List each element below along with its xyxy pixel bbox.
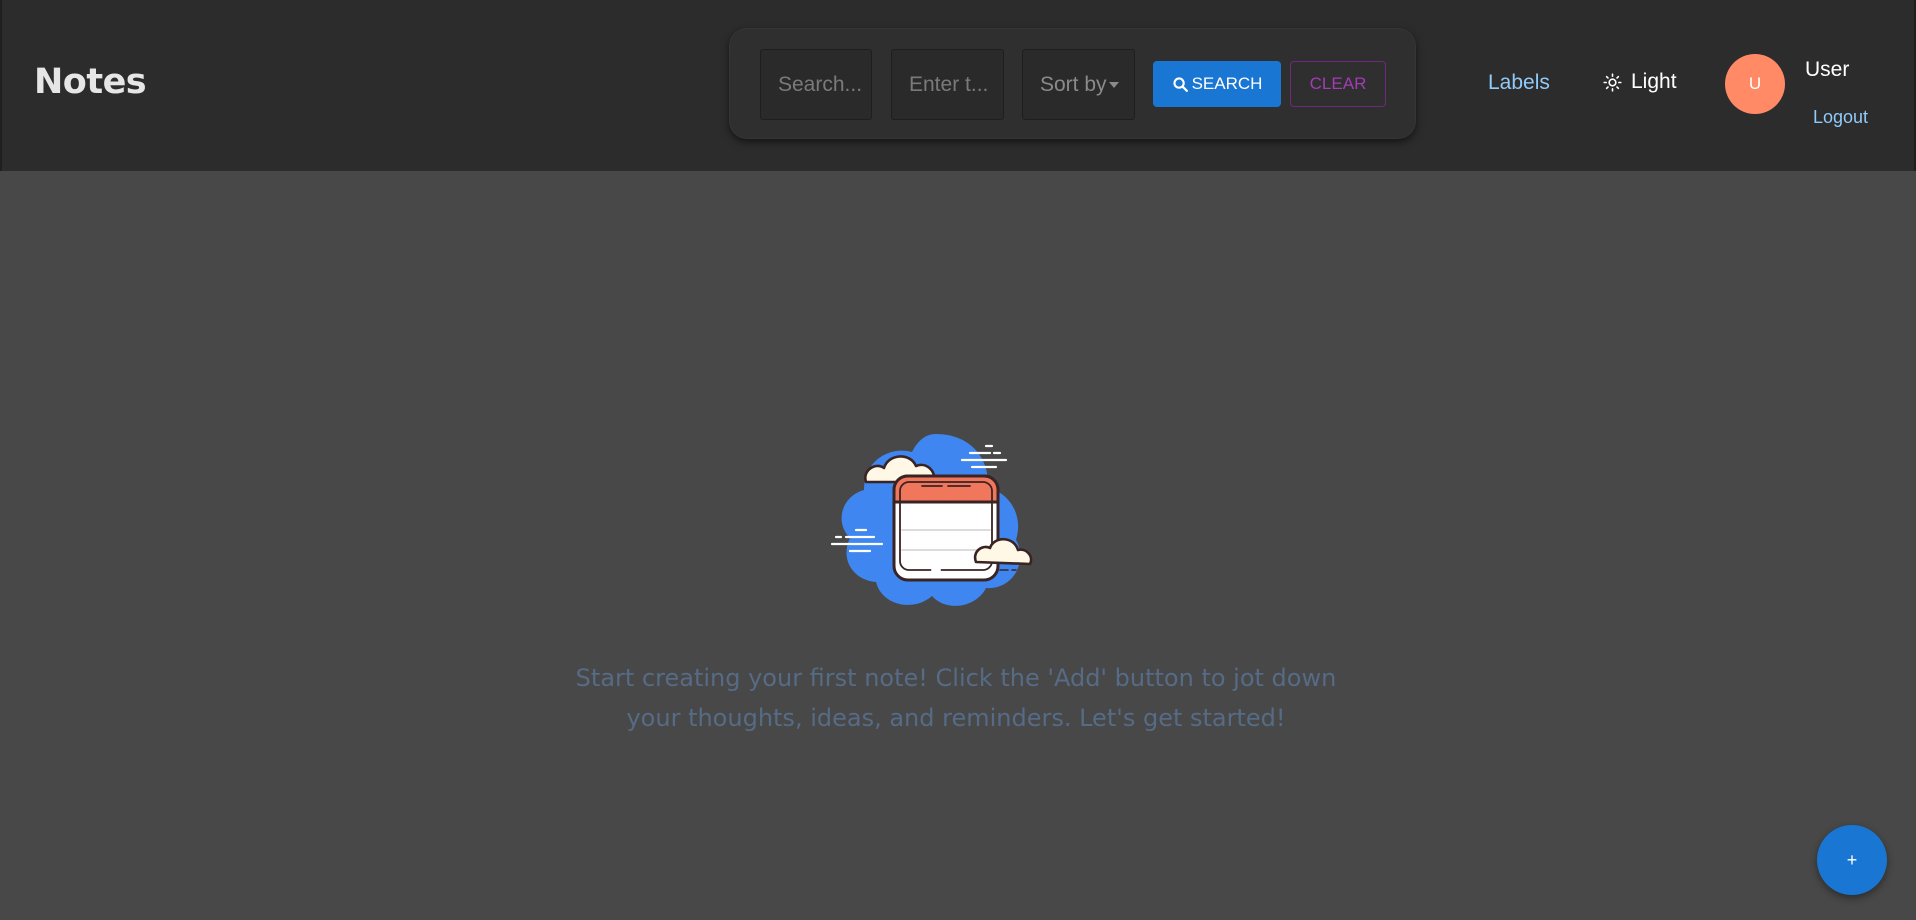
add-note-button[interactable]: + — [1817, 825, 1887, 895]
empty-notes-illustration — [830, 434, 1033, 606]
search-icon — [1172, 76, 1188, 92]
avatar[interactable]: U — [1725, 54, 1785, 114]
empty-state-line-1: Start creating your first note! Click th… — [575, 664, 1337, 692]
empty-state-message: Start creating your first note! Click th… — [556, 658, 1356, 738]
logout-link[interactable]: Logout — [1813, 107, 1868, 128]
sort-select[interactable]: Sort by — [1022, 49, 1135, 120]
search-button-label: SEARCH — [1191, 74, 1263, 93]
theme-toggle-label: Light — [1631, 70, 1677, 93]
labels-link[interactable]: Labels — [1488, 71, 1550, 95]
theme-toggle[interactable]: Light — [1603, 70, 1677, 94]
sort-select-label: Sort by — [1040, 73, 1107, 96]
notes-app: Notes Search... Enter t... Sort by SEARC… — [0, 0, 1916, 920]
search-input[interactable]: Search... — [760, 49, 872, 120]
search-button[interactable]: SEARCH — [1153, 61, 1281, 107]
app-header: Notes Search... Enter t... Sort by SEARC… — [0, 0, 1916, 171]
chevron-down-icon — [1108, 82, 1119, 89]
clear-button[interactable]: CLEAR — [1290, 61, 1386, 107]
tag-input[interactable]: Enter t... — [891, 49, 1004, 120]
empty-state-line-2: your thoughts, ideas, and reminders. Let… — [626, 704, 1286, 732]
app-title: Notes — [34, 62, 147, 102]
user-name: User — [1805, 58, 1850, 81]
search-panel: Search... Enter t... Sort by SEARCH CLEA… — [729, 28, 1416, 139]
sun-icon — [1603, 72, 1622, 92]
